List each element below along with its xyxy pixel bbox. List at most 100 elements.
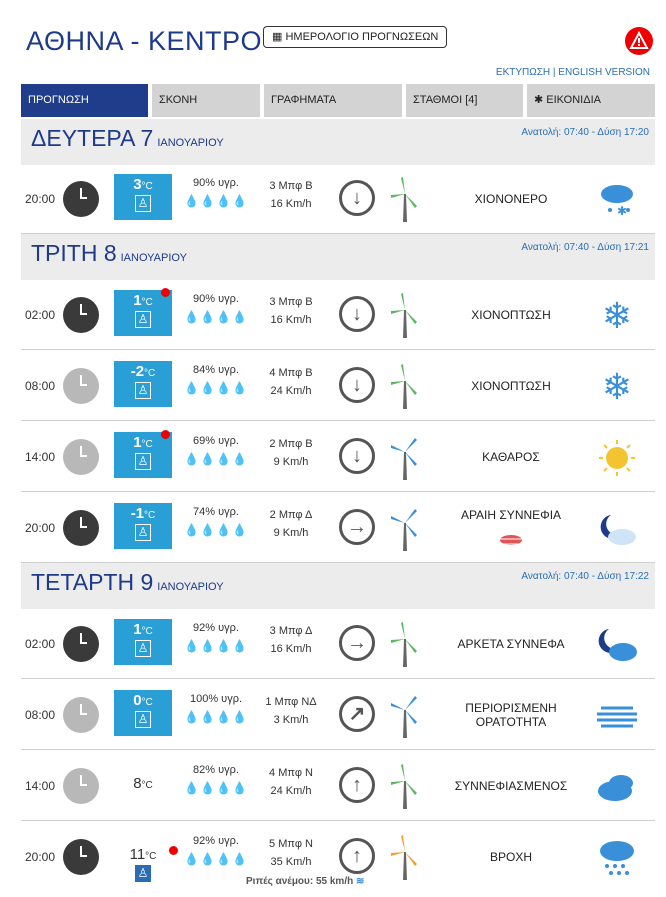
- day-title: ΤΡΙΤΗ 8 ΙΑΝΟΥΑΡΙΟΥ: [31, 240, 187, 267]
- clock-icon: [63, 839, 99, 875]
- humidity-drops: 💧💧💧💧: [181, 781, 251, 795]
- condition: ΚΑΘΑΡΟΣ: [441, 422, 581, 492]
- calendar-button[interactable]: ▦ ΗΜΕΡΟΛΟΓΙΟ ΠΡΟΓΝΩΣΕΩΝ: [263, 26, 448, 48]
- drop-icon: 💧: [184, 452, 201, 466]
- tab-dust[interactable]: ΣΚΟΝΗ: [152, 84, 260, 117]
- drop-icon: 💧: [231, 452, 248, 466]
- temperature-box: -2°C ♙: [114, 361, 172, 407]
- tab-forecast[interactable]: ΠΡΟΓΝΩΣΗ: [21, 84, 148, 117]
- humidity-value: 82% υγρ.: [193, 764, 239, 776]
- day-header: ΔΕΥΤΕΡΑ 7 ΙΑΝΟΥΑΡΙΟΥ Ανατολή: 07:40 - Δύσ…: [21, 119, 655, 165]
- forecast-time: 02:00: [25, 308, 56, 322]
- tab-stations[interactable]: ΣΤΑΘΜΟΙ [4]: [406, 84, 523, 117]
- temperature-value: -1: [130, 505, 145, 522]
- drop-icon: 💧: [184, 781, 201, 795]
- drop-icon: 💧: [231, 781, 248, 795]
- humidity-value: 90% υγρ.: [193, 177, 239, 189]
- wind-turbine-icon: [391, 764, 417, 809]
- condition: ΑΡΑΙΗ ΣΥΝΝΕΦΙΑ: [441, 493, 581, 563]
- page-title: ΑΘΗΝΑ - ΚΕΝΤΡΟ: [26, 26, 262, 56]
- temperature-value: 11: [129, 846, 146, 863]
- temperature-box: 1°C ♙: [114, 430, 172, 478]
- day-month: ΙΑΝΟΥΑΡΙΟΥ: [157, 581, 224, 593]
- print-link[interactable]: ΕΚΤΥΠΩΣΗ: [496, 67, 550, 78]
- drop-icon: 💧: [231, 523, 248, 537]
- humidity-value: 74% υγρ.: [193, 506, 239, 518]
- tab-charts[interactable]: ΓΡΑΦΗΜΑΤΑ: [264, 84, 402, 117]
- wind-speed: 16 Km/h: [270, 643, 312, 655]
- humidity: 92% υγρ. 💧💧💧💧: [181, 835, 251, 866]
- drop-icon: 💧: [184, 310, 201, 324]
- wind-beaufort: 5 Μπφ Ν: [269, 838, 313, 850]
- temperature-unit: °C: [144, 368, 156, 379]
- wind-speed: 9 Km/h: [273, 456, 309, 468]
- forecast-time: 14:00: [25, 450, 56, 464]
- moon-cloud-icon: [598, 629, 637, 661]
- wind: 2 Μπφ Δ 9 Km/h: [251, 506, 331, 542]
- sunrise-sunset: Ανατολή: 07:40 - Δύση 17:20: [521, 127, 649, 138]
- humidity-drops: 💧💧💧💧: [181, 852, 251, 866]
- drop-icon: 💧: [231, 852, 248, 866]
- forecast-time: 14:00: [25, 779, 56, 793]
- calendar-icon: ▦: [272, 31, 283, 43]
- drop-icon: 💧: [216, 523, 232, 537]
- humidity-drops: 💧💧💧💧: [181, 639, 251, 653]
- drop-icon: 💧: [200, 852, 216, 866]
- drop-icon: 💧: [200, 194, 216, 208]
- wind-beaufort: 2 Μπφ Δ: [269, 509, 313, 521]
- humidity-value: 69% υγρ.: [193, 435, 239, 447]
- humidity: 82% υγρ. 💧💧💧💧: [181, 764, 251, 795]
- sunrise-sunset: Ανατολή: 07:40 - Δύση 17:22: [521, 571, 649, 582]
- condition-label: ΣΥΝΝΕΦΙΑΣΜΕΝΟΣ: [454, 779, 568, 793]
- forecast-time: 08:00: [25, 708, 56, 722]
- wind: 1 Μπφ ΝΔ 3 Km/h: [251, 693, 331, 729]
- condition-label: ΧΙΟΝΟΠΤΩΣΗ: [471, 308, 551, 322]
- wind-direction-icon: ↓: [339, 367, 375, 403]
- warning-icon[interactable]: [625, 27, 653, 55]
- condition: ΧΙΟΝΟΠΤΩΣΗ: [441, 280, 581, 350]
- drop-icon: 💧: [184, 710, 201, 724]
- wind-turbine-icon: [391, 438, 417, 480]
- forecast-time: 20:00: [25, 192, 56, 206]
- drop-icon: 💧: [184, 381, 201, 395]
- wind-beaufort: 2 Μπφ Β: [269, 438, 313, 450]
- wind-beaufort: 3 Μπφ Δ: [269, 625, 313, 637]
- wind-turbine-icon: [391, 835, 417, 880]
- wind-speed: 24 Km/h: [270, 385, 312, 397]
- temperature: 8°C: [114, 775, 172, 792]
- day-header: ΤΕΤΑΡΤΗ 9 ΙΑΝΟΥΑΡΙΟΥ Ανατολή: 07:40 - Δύσ…: [21, 563, 655, 609]
- haze-icon: [500, 535, 522, 545]
- wind-speed: 16 Km/h: [270, 198, 312, 210]
- condition: ΑΡΚΕΤΑ ΣΥΝΝΕΦΑ: [441, 609, 581, 679]
- humidity: 74% υγρ. 💧💧💧💧: [181, 506, 251, 537]
- drop-icon: 💧: [184, 194, 201, 208]
- wind-beaufort: 4 Μπφ Ν: [269, 767, 313, 779]
- humidity-drops: 💧💧💧💧: [181, 523, 251, 537]
- wind: 5 Μπφ Ν 35 Km/h: [251, 835, 331, 871]
- temperature: 0°C: [114, 692, 172, 709]
- drop-icon: 💧: [216, 310, 232, 324]
- forecast-row: 02:00 1°C ♙ 90% υγρ. 💧💧💧💧 3 Μπφ Β 16 Km/h ↓…: [21, 280, 655, 350]
- clock-icon: [63, 181, 99, 217]
- humidity-drops: 💧💧💧💧: [181, 310, 251, 324]
- humidity-value: 92% υγρ.: [193, 622, 239, 634]
- drop-icon: 💧: [216, 852, 232, 866]
- condition-label: ΠΕΡΙΟΡΙΣΜΕΝΗ ΟΡΑΤΟΤΗΤΑ: [465, 701, 557, 729]
- wind: 3 Μπφ Β 16 Km/h: [251, 293, 331, 329]
- tab-icons[interactable]: ✱ ΕΙΚΟΝΙΔΙΑ: [527, 84, 655, 117]
- wind-beaufort: 1 Μπφ ΝΔ: [265, 696, 317, 708]
- drop-icon: 💧: [216, 639, 232, 653]
- clock-icon: [63, 439, 99, 475]
- wind-direction-icon: ↓: [339, 296, 375, 332]
- forecast-time: 20:00: [25, 850, 56, 864]
- temperature: 1°C: [114, 621, 172, 638]
- drop-icon: 💧: [200, 310, 216, 324]
- humidity-drops: 💧💧💧💧: [181, 452, 251, 466]
- english-version-link[interactable]: ENGLISH VERSION: [558, 67, 650, 78]
- wind: 4 Μπφ Ν 24 Km/h: [251, 764, 331, 800]
- gear-icon: ✱: [534, 94, 544, 106]
- wind-turbine-icon: [391, 293, 417, 338]
- temperature-unit: °C: [141, 297, 153, 308]
- clock-icon: [63, 768, 99, 804]
- sun-icon: [599, 440, 635, 476]
